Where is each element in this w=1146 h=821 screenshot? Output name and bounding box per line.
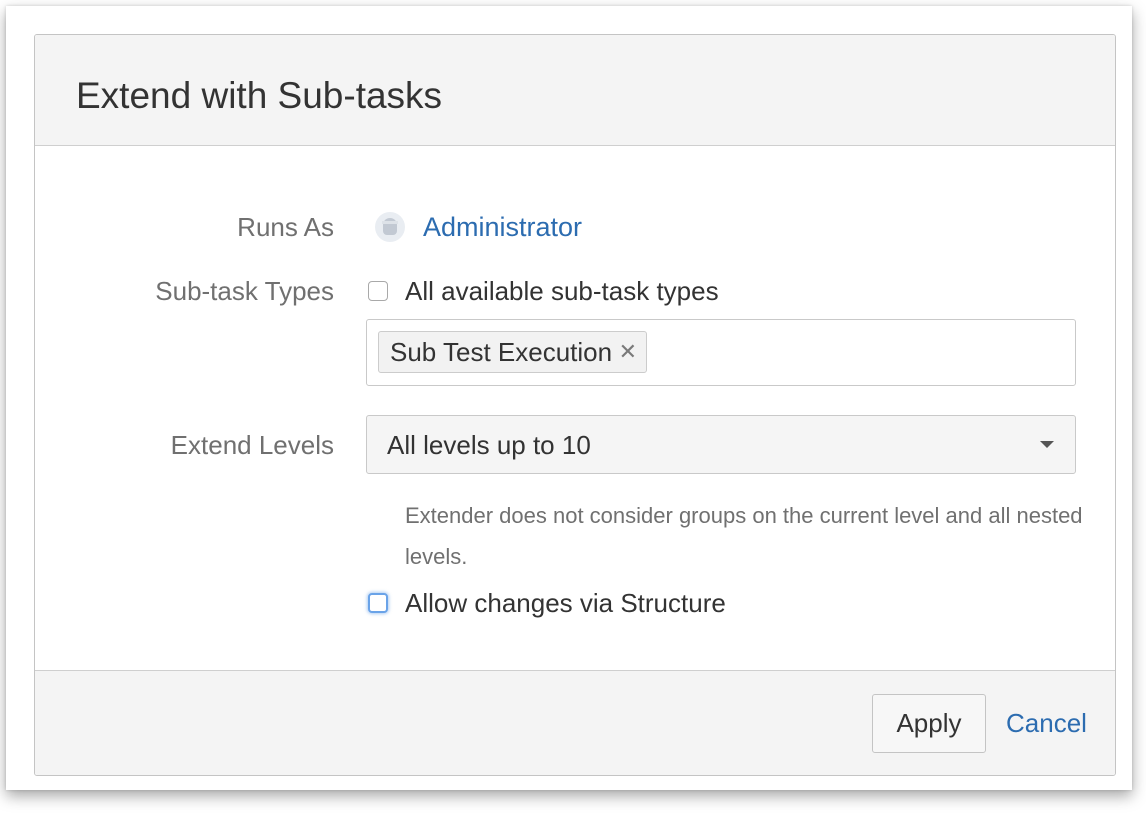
cancel-link[interactable]: Cancel <box>1006 708 1087 738</box>
avatar-band-shape <box>382 221 398 224</box>
runs-as-user-link[interactable]: Administrator <box>423 212 582 242</box>
extend-levels-select[interactable]: All levels up to 10 <box>366 415 1076 474</box>
dialog-footer: Apply Cancel <box>35 670 1115 775</box>
subtask-type-token: Sub Test Execution ✕ <box>378 331 648 373</box>
all-subtask-types-checkbox[interactable] <box>368 281 388 301</box>
remove-token-icon[interactable]: ✕ <box>619 332 637 372</box>
extend-levels-label: Extend Levels <box>170 430 334 460</box>
all-subtask-types-label[interactable]: All available sub-task types <box>405 276 719 306</box>
allow-changes-checkbox[interactable] <box>368 593 388 613</box>
allow-changes-label[interactable]: Allow changes via Structure <box>405 588 726 618</box>
chevron-down-icon <box>1040 441 1054 448</box>
runs-as-label: Runs As <box>237 212 334 242</box>
screenshot-frame: Extend with Sub-tasks Runs As Administra… <box>6 6 1132 790</box>
subtask-types-label: Sub-task Types <box>155 276 334 306</box>
dialog-header: Extend with Sub-tasks <box>35 35 1115 146</box>
subtask-type-token-label: Sub Test Execution <box>390 337 613 367</box>
user-avatar-icon <box>375 212 405 242</box>
apply-button[interactable]: Apply <box>872 694 986 753</box>
extend-levels-value: All levels up to 10 <box>387 430 591 460</box>
extend-subtasks-dialog: Extend with Sub-tasks Runs As Administra… <box>34 34 1116 776</box>
subtask-types-multiselect[interactable]: Sub Test Execution ✕ <box>366 319 1076 386</box>
dialog-title: Extend with Sub-tasks <box>76 75 443 116</box>
extend-levels-help-text: Extender does not consider groups on the… <box>405 503 1083 569</box>
